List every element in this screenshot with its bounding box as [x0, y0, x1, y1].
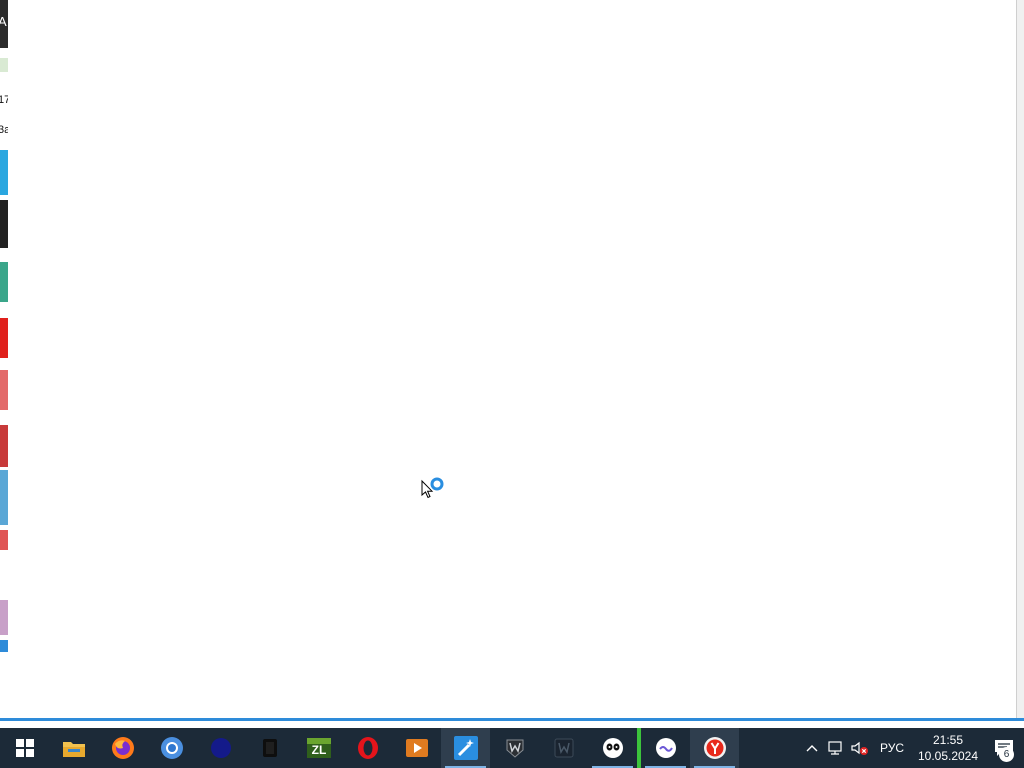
busy-cursor-icon: [421, 477, 447, 503]
window-right-edge: [1016, 0, 1024, 720]
network-button[interactable]: [824, 728, 848, 768]
volume-muted-icon: [851, 741, 868, 755]
start-button[interactable]: [0, 728, 49, 768]
taskbar-opera[interactable]: [343, 728, 392, 768]
svg-text:ZL: ZL: [311, 743, 326, 757]
taskbar-game-launcher[interactable]: [539, 728, 588, 768]
taskbar-firefox[interactable]: [98, 728, 147, 768]
zl-app-icon: ZL: [306, 738, 331, 758]
windows-logo-icon: [15, 739, 34, 757]
background-segment: [0, 425, 8, 467]
volume-button[interactable]: [848, 728, 872, 768]
clock-date: 10.05.2024: [917, 749, 979, 763]
file-explorer-icon: [62, 742, 85, 757]
chrome-icon: [160, 737, 183, 759]
background-segment: [0, 530, 8, 550]
background-segment: [0, 600, 8, 635]
taskbar-dark-blue-app[interactable]: [196, 728, 245, 768]
background-segment: [0, 200, 8, 248]
taskbar-yandex-browser[interactable]: [690, 728, 739, 768]
taskbar-chrome[interactable]: [147, 728, 196, 768]
notification-count-badge: 6: [999, 747, 1014, 762]
chevron-up-icon: [806, 745, 818, 752]
taskbar-file-explorer[interactable]: [49, 728, 98, 768]
window-bottom-gap: [0, 721, 1024, 728]
chat-app-icon: [655, 738, 676, 758]
panda-app-icon: [602, 738, 623, 758]
background-segment: [0, 150, 8, 195]
magic-wand-app-icon: [453, 736, 478, 760]
network-icon: [828, 741, 842, 755]
taskbar-video-app[interactable]: [392, 728, 441, 768]
taskbar-dark-app[interactable]: [245, 728, 294, 768]
taskbar-chat-app[interactable]: [637, 728, 690, 768]
background-segment: [0, 262, 8, 302]
world-of-tanks-icon: [506, 739, 523, 758]
taskbar-world-of-tanks[interactable]: [490, 728, 539, 768]
opera-icon: [357, 737, 378, 759]
input-language-indicator[interactable]: РУС: [872, 741, 912, 755]
firefox-icon: [111, 737, 134, 759]
dark-app-icon: [262, 739, 277, 757]
background-segment: [0, 58, 8, 72]
background-segment: [0, 640, 8, 652]
taskbar: ZL РУС 21:55 10.05.2024 6: [0, 728, 1024, 768]
background-segment: [0, 318, 8, 358]
yandex-browser-icon: [703, 737, 726, 759]
video-app-icon: [405, 739, 428, 757]
background-segment: [0, 370, 8, 410]
background-fragment-text: A: [0, 14, 7, 29]
system-tray: РУС 21:55 10.05.2024 6: [800, 728, 1024, 768]
show-hidden-icons-button[interactable]: [800, 728, 824, 768]
taskbar-zl-app[interactable]: ZL: [294, 728, 343, 768]
taskbar-panda-app[interactable]: [588, 728, 637, 768]
game-launcher-icon: [554, 738, 573, 758]
clock-time: 21:55: [932, 733, 964, 747]
clock[interactable]: 21:55 10.05.2024: [912, 732, 984, 764]
notification-center-button[interactable]: 6: [984, 728, 1024, 768]
taskbar-magic-wand-app[interactable]: [441, 728, 490, 768]
blank-window-content[interactable]: [8, 0, 1016, 718]
dark-blue-app-icon: [210, 738, 231, 758]
background-segment: [0, 470, 8, 525]
